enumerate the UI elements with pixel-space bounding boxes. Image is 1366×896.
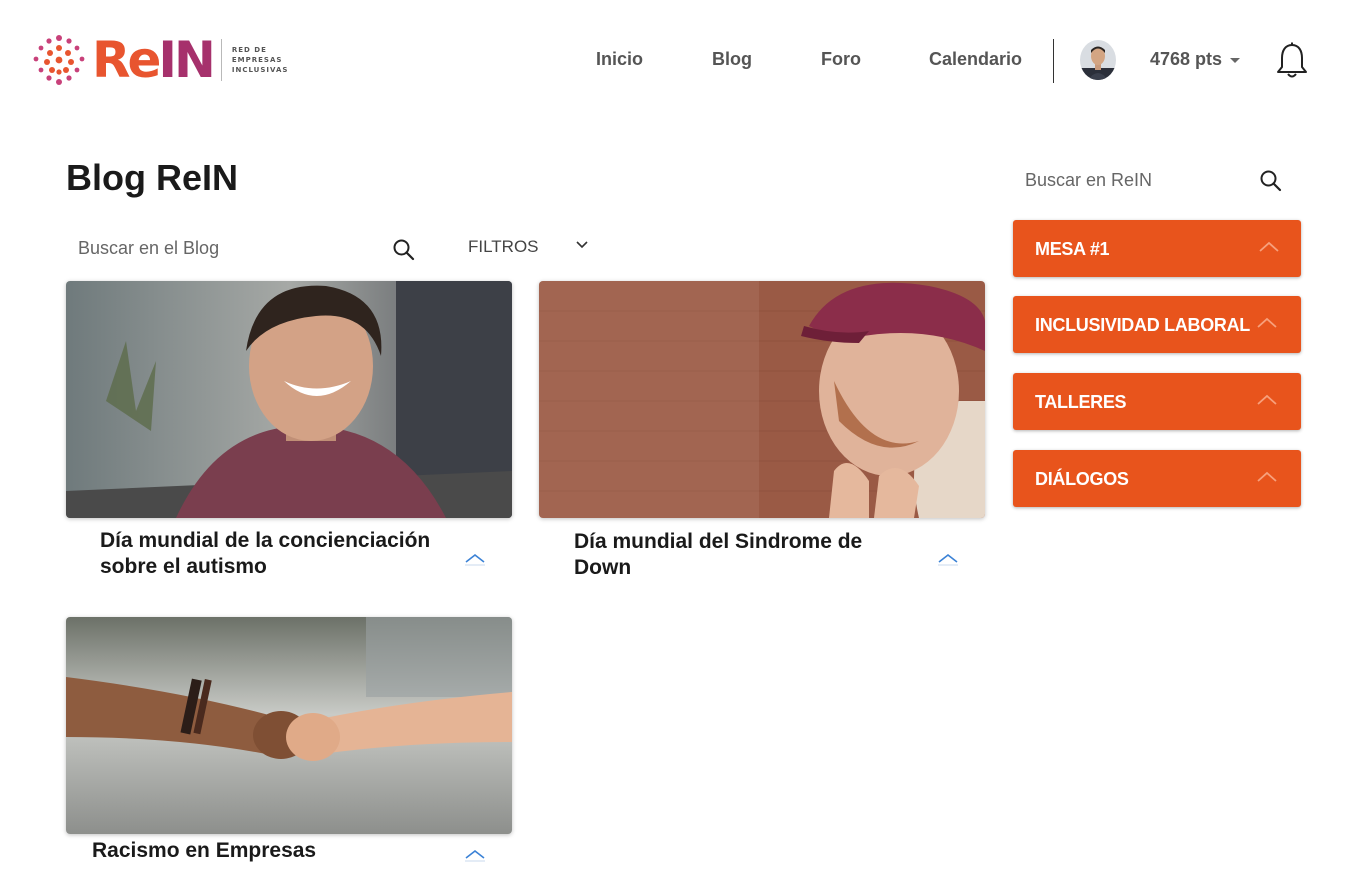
chevron-down-icon[interactable] (576, 240, 588, 250)
nav-divider (1053, 39, 1054, 83)
card-title[interactable]: Día mundial del Sindrome de Down (574, 529, 924, 581)
blog-card[interactable]: Racismo en Empresas (66, 617, 512, 867)
site-search-input[interactable] (1025, 170, 1245, 191)
category-mesa-1[interactable]: MESA #1 (1013, 220, 1301, 277)
logo-wordmark: ReIN (92, 31, 216, 89)
page-title: Blog ReIN (66, 157, 239, 198)
card-title[interactable]: Día mundial de la concienciación sobre e… (100, 528, 450, 580)
chevron-up-icon[interactable] (1256, 393, 1278, 407)
card-image[interactable] (66, 281, 512, 518)
category-inclusividad-laboral[interactable]: INCLUSIVIDAD LABORAL (1013, 296, 1301, 353)
search-icon[interactable] (1259, 169, 1283, 193)
search-icon[interactable] (392, 238, 416, 262)
logo-divider (220, 39, 222, 81)
chevron-up-icon[interactable] (464, 552, 486, 566)
card-image[interactable] (539, 281, 985, 518)
category-dialogos[interactable]: DIÁLOGOS (1013, 450, 1301, 507)
category-label: DIÁLOGOS (1035, 469, 1129, 489)
rein-logo-dots-icon (33, 35, 85, 85)
nav-calendario[interactable]: Calendario (929, 49, 1022, 70)
blog-search-box[interactable] (66, 230, 426, 268)
chevron-up-icon[interactable] (464, 848, 486, 862)
rein-logo[interactable]: ReIN RED DE EMPRESAS INCLUSIVAS (32, 32, 302, 88)
blog-card[interactable]: Día mundial del Sindrome de Down (539, 281, 985, 581)
bell-icon[interactable] (1276, 42, 1308, 80)
card-title[interactable]: Racismo en Empresas (92, 838, 442, 864)
nav-foro[interactable]: Foro (821, 49, 861, 70)
filters-dropdown[interactable]: FILTROS (468, 237, 539, 257)
category-label: TALLERES (1035, 392, 1127, 412)
avatar[interactable] (1080, 40, 1116, 80)
chevron-up-icon[interactable] (1256, 316, 1278, 330)
blog-search-input[interactable] (78, 238, 368, 259)
category-talleres[interactable]: TALLERES (1013, 373, 1301, 430)
nav-inicio[interactable]: Inicio (596, 49, 643, 70)
blog-card[interactable]: Día mundial de la concienciación sobre e… (66, 281, 512, 581)
nav-blog[interactable]: Blog (712, 49, 752, 70)
points-counter[interactable]: 4768 pts (1150, 49, 1222, 70)
chevron-up-icon[interactable] (1258, 240, 1280, 254)
chevron-up-icon[interactable] (937, 552, 959, 566)
logo-tagline: RED DE EMPRESAS INCLUSIVAS (231, 46, 289, 74)
site-search-box[interactable] (1013, 160, 1301, 200)
card-image[interactable] (66, 617, 512, 834)
caret-down-icon[interactable] (1230, 58, 1240, 63)
category-label: MESA #1 (1035, 239, 1110, 259)
chevron-up-icon[interactable] (1256, 470, 1278, 484)
category-label: INCLUSIVIDAD LABORAL (1035, 315, 1250, 335)
